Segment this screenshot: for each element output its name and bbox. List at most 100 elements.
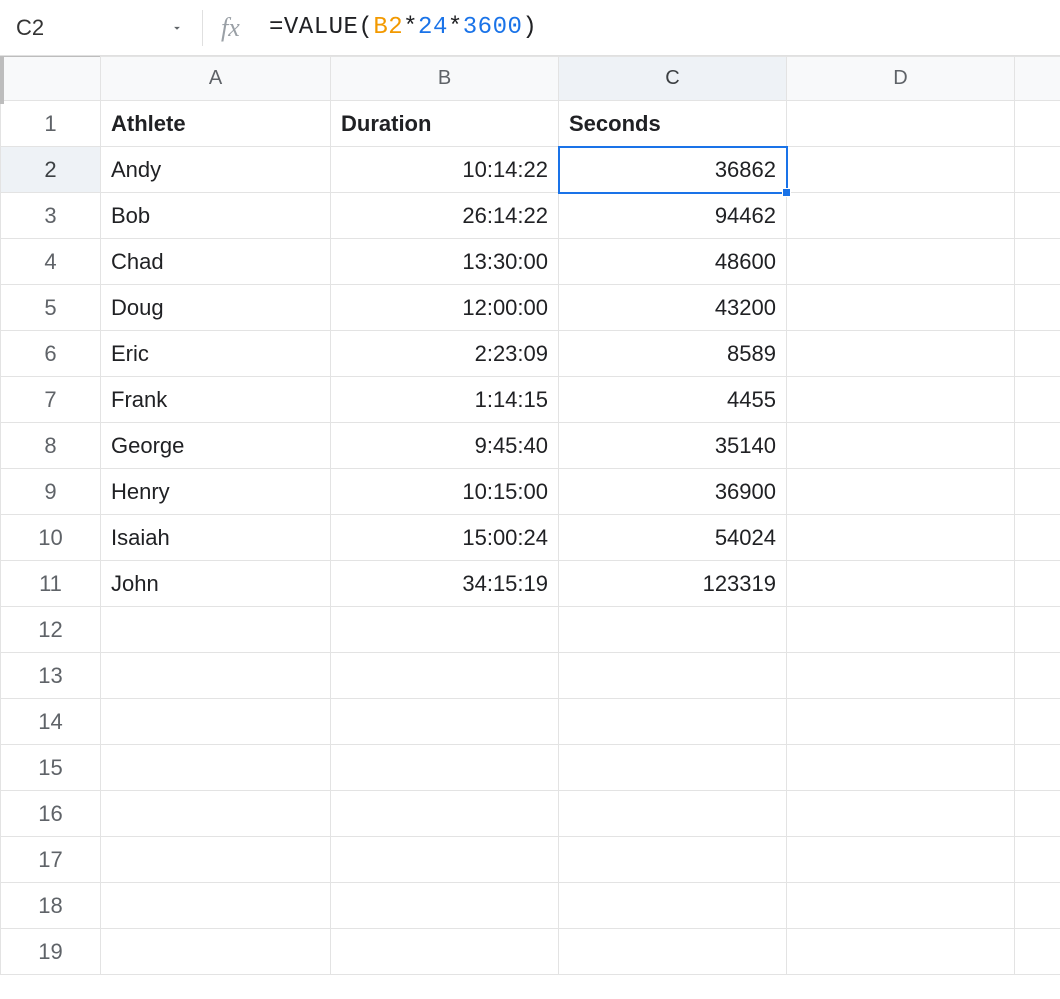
cell-A16[interactable]	[101, 791, 331, 837]
cell-extra-11[interactable]	[1015, 561, 1060, 607]
cell-A11[interactable]: John	[101, 561, 331, 607]
cell-extra-17[interactable]	[1015, 837, 1060, 883]
cell-D16[interactable]	[787, 791, 1015, 837]
cell-extra-8[interactable]	[1015, 423, 1060, 469]
row-header[interactable]: 6	[1, 331, 101, 377]
cell-C1[interactable]: Seconds	[559, 101, 787, 147]
cell-C9[interactable]: 36900	[559, 469, 787, 515]
cell-C18[interactable]	[559, 883, 787, 929]
cell-B4[interactable]: 13:30:00	[331, 239, 559, 285]
row-header[interactable]: 5	[1, 285, 101, 331]
cell-C15[interactable]	[559, 745, 787, 791]
cell-B3[interactable]: 26:14:22	[331, 193, 559, 239]
cell-C11[interactable]: 123319	[559, 561, 787, 607]
cell-D1[interactable]	[787, 101, 1015, 147]
cell-B5[interactable]: 12:00:00	[331, 285, 559, 331]
row-header[interactable]: 11	[1, 561, 101, 607]
cell-A6[interactable]: Eric	[101, 331, 331, 377]
cell-C12[interactable]	[559, 607, 787, 653]
cell-extra-4[interactable]	[1015, 239, 1060, 285]
column-header-D[interactable]: D	[787, 57, 1015, 101]
row-header[interactable]: 7	[1, 377, 101, 423]
cell-A15[interactable]	[101, 745, 331, 791]
spreadsheet-grid[interactable]: ABCD 1AthleteDurationSeconds2Andy10:14:2…	[0, 56, 1060, 975]
cell-C16[interactable]	[559, 791, 787, 837]
cell-D18[interactable]	[787, 883, 1015, 929]
cell-A14[interactable]	[101, 699, 331, 745]
cell-A18[interactable]	[101, 883, 331, 929]
cell-C7[interactable]: 4455	[559, 377, 787, 423]
cell-D19[interactable]	[787, 929, 1015, 975]
cell-A4[interactable]: Chad	[101, 239, 331, 285]
cell-C6[interactable]: 8589	[559, 331, 787, 377]
cell-D3[interactable]	[787, 193, 1015, 239]
cell-extra-3[interactable]	[1015, 193, 1060, 239]
cell-extra-12[interactable]	[1015, 607, 1060, 653]
cell-D9[interactable]	[787, 469, 1015, 515]
cell-B17[interactable]	[331, 837, 559, 883]
column-header-B[interactable]: B	[331, 57, 559, 101]
cell-D2[interactable]	[787, 147, 1015, 193]
cell-extra-2[interactable]	[1015, 147, 1060, 193]
row-header[interactable]: 17	[1, 837, 101, 883]
row-header[interactable]: 13	[1, 653, 101, 699]
cell-C19[interactable]	[559, 929, 787, 975]
row-header[interactable]: 18	[1, 883, 101, 929]
cell-C14[interactable]	[559, 699, 787, 745]
cell-A8[interactable]: George	[101, 423, 331, 469]
cell-D15[interactable]	[787, 745, 1015, 791]
cell-B12[interactable]	[331, 607, 559, 653]
row-header[interactable]: 8	[1, 423, 101, 469]
cell-A19[interactable]	[101, 929, 331, 975]
name-box[interactable]: C2	[16, 15, 196, 41]
row-header[interactable]: 3	[1, 193, 101, 239]
cell-A7[interactable]: Frank	[101, 377, 331, 423]
row-header[interactable]: 10	[1, 515, 101, 561]
cell-B14[interactable]	[331, 699, 559, 745]
cell-extra-14[interactable]	[1015, 699, 1060, 745]
row-header[interactable]: 19	[1, 929, 101, 975]
cell-extra-6[interactable]	[1015, 331, 1060, 377]
cell-A5[interactable]: Doug	[101, 285, 331, 331]
cell-C2[interactable]: 36862	[559, 147, 787, 193]
cell-C5[interactable]: 43200	[559, 285, 787, 331]
cell-extra-19[interactable]	[1015, 929, 1060, 975]
cell-B8[interactable]: 9:45:40	[331, 423, 559, 469]
cell-D6[interactable]	[787, 331, 1015, 377]
cell-A13[interactable]	[101, 653, 331, 699]
cell-A3[interactable]: Bob	[101, 193, 331, 239]
cell-C17[interactable]	[559, 837, 787, 883]
cell-D13[interactable]	[787, 653, 1015, 699]
cell-extra-5[interactable]	[1015, 285, 1060, 331]
cell-A9[interactable]: Henry	[101, 469, 331, 515]
cell-D8[interactable]	[787, 423, 1015, 469]
cell-extra-18[interactable]	[1015, 883, 1060, 929]
cell-extra-7[interactable]	[1015, 377, 1060, 423]
cell-A1[interactable]: Athlete	[101, 101, 331, 147]
cell-extra-10[interactable]	[1015, 515, 1060, 561]
cell-D10[interactable]	[787, 515, 1015, 561]
cell-B2[interactable]: 10:14:22	[331, 147, 559, 193]
cell-B6[interactable]: 2:23:09	[331, 331, 559, 377]
cell-A10[interactable]: Isaiah	[101, 515, 331, 561]
column-header-extra[interactable]	[1015, 57, 1060, 101]
formula-input[interactable]: =VALUE(B2*24*3600)	[269, 14, 1060, 41]
cell-C10[interactable]: 54024	[559, 515, 787, 561]
cell-C3[interactable]: 94462	[559, 193, 787, 239]
cell-D11[interactable]	[787, 561, 1015, 607]
row-header[interactable]: 9	[1, 469, 101, 515]
row-header[interactable]: 1	[1, 101, 101, 147]
row-header[interactable]: 15	[1, 745, 101, 791]
cell-C13[interactable]	[559, 653, 787, 699]
cell-B15[interactable]	[331, 745, 559, 791]
cell-B16[interactable]	[331, 791, 559, 837]
row-header[interactable]: 16	[1, 791, 101, 837]
column-header-A[interactable]: A	[101, 57, 331, 101]
cell-B10[interactable]: 15:00:24	[331, 515, 559, 561]
cell-B7[interactable]: 1:14:15	[331, 377, 559, 423]
cell-C4[interactable]: 48600	[559, 239, 787, 285]
cell-D7[interactable]	[787, 377, 1015, 423]
cell-A17[interactable]	[101, 837, 331, 883]
row-header[interactable]: 2	[1, 147, 101, 193]
cell-B19[interactable]	[331, 929, 559, 975]
